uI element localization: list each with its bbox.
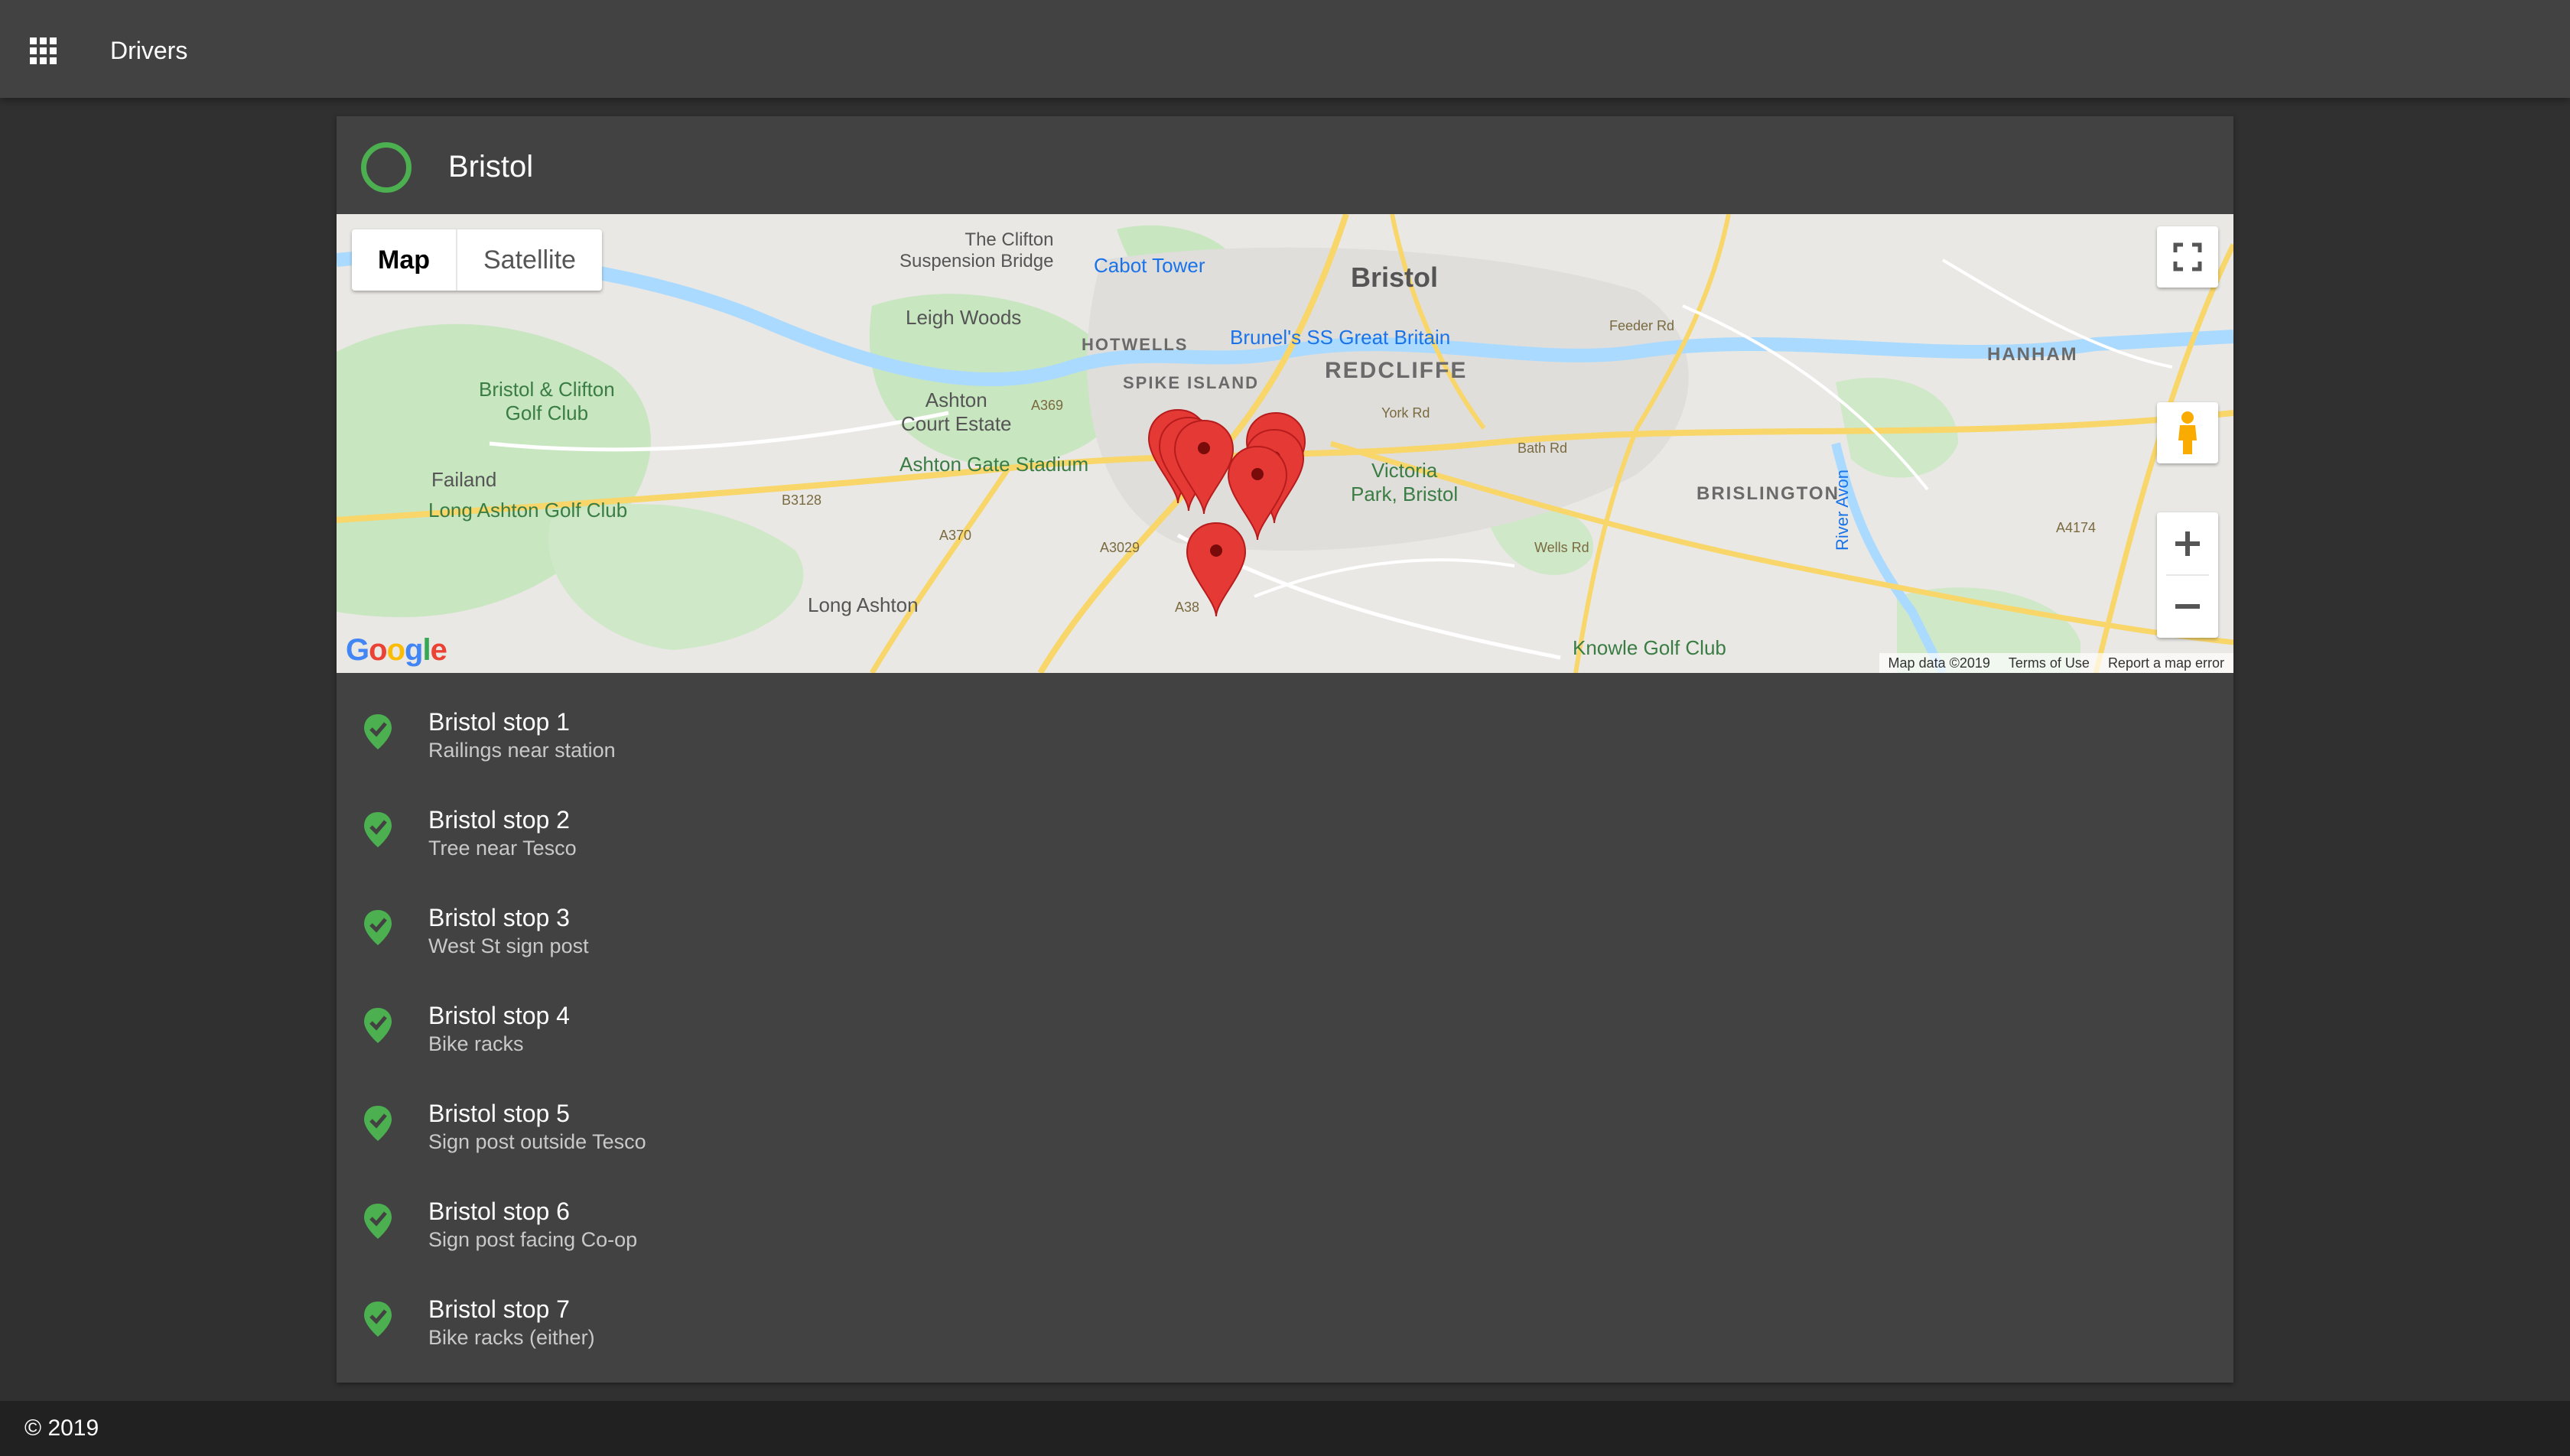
- top-app-bar: Drivers: [0, 0, 2570, 98]
- pegman-icon: [2178, 411, 2197, 454]
- stop-name: Bristol stop 3: [428, 904, 570, 931]
- stop-name: Bristol stop 7: [428, 1295, 570, 1323]
- route-card: Bristol Bristol The Clifton Suspension B…: [337, 116, 2233, 1383]
- check-pin-icon: [364, 1204, 392, 1239]
- check-pin-icon: [364, 714, 392, 749]
- list-item[interactable]: Bristol stop 1 Railings near station: [337, 690, 2233, 788]
- route-header: Bristol: [337, 116, 2233, 214]
- terms-of-use-link[interactable]: Terms of Use: [2009, 653, 2090, 673]
- stop-description: West St sign post: [428, 934, 589, 957]
- map-pins: [1147, 408, 1306, 617]
- map-pin[interactable]: [1227, 445, 1288, 541]
- check-pin-icon: [364, 812, 392, 847]
- check-pin-icon: [364, 1302, 392, 1337]
- stop-name: Bristol stop 5: [428, 1100, 570, 1127]
- map-pin[interactable]: [1173, 419, 1235, 515]
- route-status-ring-icon: [361, 142, 412, 193]
- list-item[interactable]: Bristol stop 7 Bike racks (either): [337, 1277, 2233, 1375]
- stop-name: Bristol stop 4: [428, 1002, 570, 1029]
- google-logo[interactable]: Google: [346, 633, 447, 668]
- fullscreen-button[interactable]: [2157, 226, 2218, 288]
- copyright-text: © 2019: [24, 1415, 99, 1441]
- stop-name: Bristol stop 1: [428, 708, 570, 736]
- check-pin-icon: [364, 1106, 392, 1141]
- list-item[interactable]: Bristol stop 3 West St sign post: [337, 886, 2233, 983]
- map-type-map-button[interactable]: Map: [352, 229, 457, 291]
- route-title: Bristol: [448, 150, 534, 184]
- list-item[interactable]: Bristol stop 2 Tree near Tesco: [337, 788, 2233, 886]
- stop-description: Railings near station: [428, 739, 616, 762]
- list-item[interactable]: Bristol stop 5 Sign post outside Tesco: [337, 1081, 2233, 1179]
- report-map-error-link[interactable]: Report a map error: [2108, 653, 2224, 673]
- check-pin-icon: [364, 910, 392, 945]
- stop-list: Bristol stop 1 Railings near station Bri…: [337, 690, 2233, 1375]
- stop-description: Sign post outside Tesco: [428, 1130, 646, 1153]
- map[interactable]: Bristol The Clifton Suspension Bridge Ca…: [337, 214, 2233, 673]
- minus-icon: [2175, 604, 2200, 609]
- fullscreen-icon: [2173, 242, 2202, 271]
- street-view-button[interactable]: [2157, 402, 2218, 463]
- stop-description: Tree near Tesco: [428, 837, 577, 860]
- stop-description: Bike racks: [428, 1032, 524, 1055]
- map-type-control: Map Satellite: [352, 229, 602, 291]
- map-data-attribution[interactable]: Map data ©2019: [1888, 653, 1990, 673]
- stop-name: Bristol stop 6: [428, 1198, 570, 1225]
- check-pin-icon: [364, 1008, 392, 1043]
- map-pin[interactable]: [1186, 522, 1247, 617]
- map-footer: Map data ©2019 Terms of Use Report a map…: [1879, 653, 2233, 673]
- zoom-control: [2157, 512, 2218, 638]
- zoom-out-button[interactable]: [2157, 575, 2218, 638]
- map-type-satellite-button[interactable]: Satellite: [457, 229, 602, 291]
- stop-description: Bike racks (either): [428, 1326, 595, 1349]
- app-title: Drivers: [110, 37, 188, 64]
- stop-description: Sign post facing Co-op: [428, 1228, 638, 1251]
- apps-grid-icon[interactable]: [23, 31, 63, 70]
- list-item[interactable]: Bristol stop 4 Bike racks: [337, 983, 2233, 1081]
- plus-icon: [2175, 531, 2200, 556]
- stop-name: Bristol stop 2: [428, 806, 570, 834]
- zoom-in-button[interactable]: [2157, 512, 2218, 575]
- page-footer: © 2019: [0, 1401, 2570, 1456]
- list-item[interactable]: Bristol stop 6 Sign post facing Co-op: [337, 1179, 2233, 1277]
